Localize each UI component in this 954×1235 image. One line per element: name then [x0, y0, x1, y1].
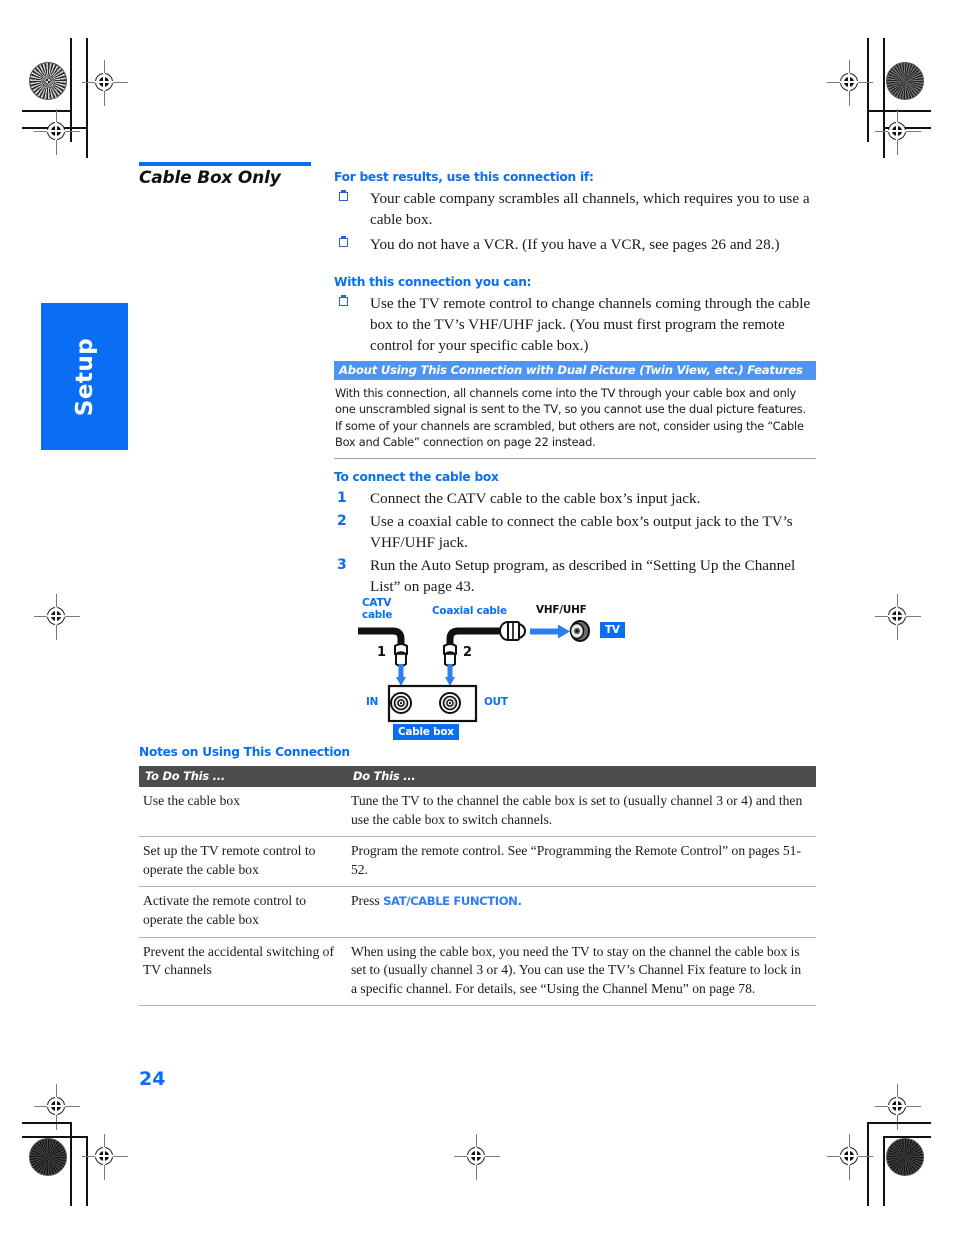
steps-list: 1 Connect the CATV cable to the cable bo…: [334, 488, 816, 597]
registration-target-left-middle: [34, 594, 80, 640]
density-patch-bottom-left: [29, 1138, 67, 1176]
cell-do: Program the remote control. See “Program…: [347, 836, 816, 888]
column-header-do: Do This ...: [347, 766, 816, 787]
cable-box-out-jack-icon: [439, 692, 461, 714]
crop-line: [869, 1122, 931, 1124]
tv-badge: TV: [600, 622, 625, 638]
section-title-rule: [139, 162, 311, 166]
intro-column: For best results, use this connection if…: [334, 170, 816, 360]
cell-todo: Prevent the accidental switching of TV c…: [139, 937, 347, 1007]
crop-line: [883, 1136, 885, 1206]
registration-target-top-right: [827, 60, 873, 106]
cell-todo: Set up the TV remote control to operate …: [139, 836, 347, 888]
crop-line: [22, 1122, 72, 1124]
catv-cable-line: [358, 627, 405, 646]
list-item: Your cable company scrambles all channel…: [334, 188, 816, 230]
list-item: Use the TV remote control to change chan…: [334, 293, 816, 356]
registration-target-top-left: [82, 60, 128, 106]
connection-diagram-svg: [358, 620, 590, 723]
cable-box-in-jack-icon: [390, 692, 412, 714]
catv-insert-arrow: [396, 664, 406, 686]
best-results-heading: For best results, use this connection if…: [334, 170, 594, 184]
coaxial-cable-label: Coaxial cable: [432, 605, 507, 617]
coaxial-plug-connector-tv: [499, 621, 527, 641]
table-header-row: To Do This ... Do This ...: [139, 766, 816, 787]
out-label: OUT: [484, 696, 508, 708]
best-results-list: Your cable company scrambles all channel…: [334, 188, 816, 255]
catv-cable-label: CATV cable: [362, 597, 393, 621]
table-row: Activate the remote control to operate t…: [139, 886, 816, 938]
list-item-text: Use the TV remote control to change chan…: [370, 295, 811, 354]
remote-key-reference: SAT/CABLE FUNCTION.: [383, 894, 522, 909]
plug-number-2: 2: [463, 645, 473, 660]
step-item: 3 Run the Auto Setup program, as describ…: [334, 555, 816, 597]
coaxial-plug-connector-out: [443, 643, 457, 667]
table-row: Prevent the accidental switching of TV c…: [139, 937, 816, 1007]
step-text: Connect the CATV cable to the cable box’…: [370, 490, 701, 507]
registration-target-right-upper: [875, 109, 921, 155]
density-patch-bottom-right: [886, 1138, 924, 1176]
cell-do: Press SAT/CABLE FUNCTION.: [347, 886, 816, 938]
in-label: IN: [366, 696, 379, 708]
notes-heading: Notes on Using This Connection: [139, 745, 350, 759]
step-number: 3: [337, 557, 347, 573]
cable-box-badge: Cable box: [393, 724, 459, 740]
registration-target-bottom-left: [82, 1134, 128, 1180]
cell-todo: Use the cable box: [139, 787, 347, 838]
coaxial-insert-arrow-out: [445, 664, 455, 686]
table-row: Set up the TV remote control to operate …: [139, 836, 816, 888]
callout-box: About Using This Connection with Dual Pi…: [334, 361, 816, 459]
registration-target-bottom-center: [454, 1134, 500, 1180]
checkbox-bullet-icon: [339, 190, 348, 201]
page-title: Cable Box Only: [139, 168, 281, 188]
cell-do: Tune the TV to the channel the cable box…: [347, 787, 816, 838]
column-header-todo: To Do This ...: [139, 766, 347, 787]
steps-section: To connect the cable box 1 Connect the C…: [334, 470, 816, 599]
step-item: 1 Connect the CATV cable to the cable bo…: [334, 488, 816, 509]
with-connection-list: Use the TV remote control to change chan…: [334, 293, 816, 356]
density-patch-top-left: [29, 62, 67, 100]
crop-line: [885, 1136, 931, 1138]
registration-target-left-upper: [34, 109, 80, 155]
density-patch-top-right: [886, 62, 924, 100]
notes-table: To Do This ... Do This ... Use the cable…: [139, 766, 816, 1007]
callout-header: About Using This Connection with Dual Pi…: [334, 361, 816, 380]
list-item-text: You do not have a VCR. (If you have a VC…: [370, 236, 780, 253]
callout-body: With this connection, all channels come …: [334, 380, 816, 459]
table-row: Use the cable box Tune the TV to the cha…: [139, 787, 816, 838]
crop-line: [70, 1122, 72, 1206]
step-number: 2: [337, 513, 347, 529]
section-tab-setup: Setup: [41, 303, 128, 450]
checkbox-bullet-icon: [339, 295, 348, 306]
vhf-uhf-label: VHF/UHF: [536, 604, 587, 616]
cell-do: When using the cable box, you need the T…: [347, 937, 816, 1007]
vhf-uhf-jack-icon: [569, 620, 590, 642]
crop-line: [22, 1136, 88, 1138]
list-item-text: Your cable company scrambles all channel…: [370, 190, 810, 228]
catv-plug-connector: [394, 643, 408, 667]
registration-target-right-middle: [875, 594, 921, 640]
steps-heading: To connect the cable box: [334, 470, 499, 484]
registration-target-bottom-right: [827, 1134, 873, 1180]
page-number: 24: [139, 1068, 166, 1090]
checkbox-bullet-icon: [339, 236, 348, 247]
with-connection-heading: With this connection you can:: [334, 275, 532, 289]
step-text: Run the Auto Setup program, as described…: [370, 557, 796, 595]
plug-number-1: 1: [377, 645, 387, 660]
cell-do-prefix: Press: [351, 893, 384, 909]
step-text: Use a coaxial cable to connect the cable…: [370, 513, 793, 551]
list-item: You do not have a VCR. (If you have a VC…: [334, 234, 816, 255]
section-tab-label: Setup: [71, 337, 98, 416]
connection-diagram: CATV cable Coaxial cable VHF/UHF TV 1 2 …: [358, 597, 628, 740]
tv-insert-arrow: [530, 624, 570, 639]
step-number: 1: [337, 490, 347, 506]
step-item: 2 Use a coaxial cable to connect the cab…: [334, 511, 816, 553]
cell-todo: Activate the remote control to operate t…: [139, 886, 347, 938]
